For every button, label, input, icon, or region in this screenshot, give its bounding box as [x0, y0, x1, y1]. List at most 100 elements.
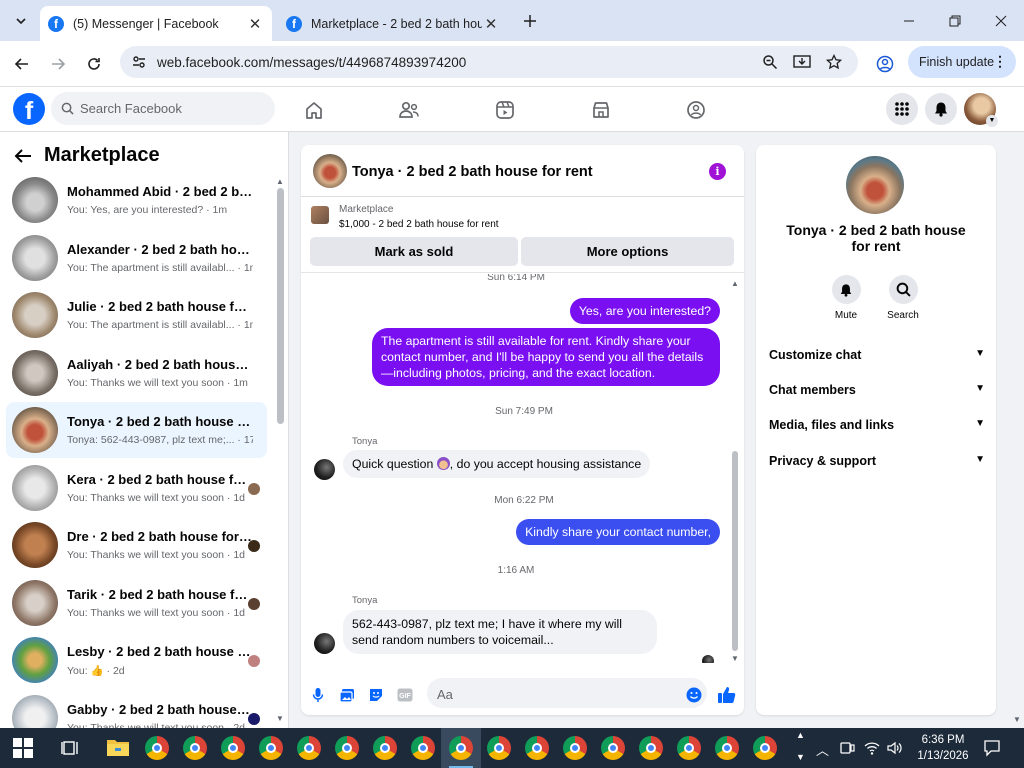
conversation-item[interactable]: Kera · 2 bed 2 bath house for ... You: Th…: [6, 460, 267, 516]
chrome-icon[interactable]: [411, 736, 435, 760]
microphone-icon[interactable]: [309, 686, 327, 704]
thumbs-up-icon[interactable]: [716, 685, 736, 705]
scroll-up-icon[interactable]: ▲: [731, 279, 739, 288]
outgoing-message[interactable]: Kindly share your contact number,: [516, 519, 720, 545]
chrome-icon[interactable]: [183, 736, 207, 760]
chrome-icon[interactable]: [145, 736, 169, 760]
close-tab-icon[interactable]: ✕: [482, 15, 500, 33]
tab-search-button[interactable]: [8, 8, 34, 34]
chrome-icon[interactable]: [221, 736, 245, 760]
back-button[interactable]: [8, 50, 36, 78]
notification-center-icon[interactable]: [983, 739, 1001, 757]
chat-avatar[interactable]: [313, 154, 347, 188]
chrome-icon[interactable]: [297, 736, 321, 760]
conversation-item[interactable]: Tarik · 2 bed 2 bath house for... You: Th…: [6, 575, 267, 631]
menu-button[interactable]: [886, 93, 918, 125]
facebook-logo[interactable]: f: [13, 93, 45, 125]
privacy-support-section[interactable]: Privacy & support ▼: [769, 454, 985, 468]
listing-thumbnail[interactable]: [311, 206, 329, 224]
mark-as-sold-button[interactable]: Mark as sold: [310, 237, 518, 266]
outgoing-message[interactable]: The apartment is still available for ren…: [372, 328, 720, 386]
device-icon[interactable]: [839, 740, 855, 756]
mute-button[interactable]: Mute: [821, 275, 871, 321]
bookmark-star-icon[interactable]: [824, 52, 844, 72]
tab-marketplace[interactable]: f Marketplace - 2 bed 2 bath hou ✕: [278, 6, 508, 41]
zoom-icon[interactable]: [760, 52, 780, 72]
chrome-icon[interactable]: [449, 736, 473, 760]
task-view-icon[interactable]: [61, 738, 81, 758]
windows-start-icon[interactable]: [13, 738, 33, 758]
scroll-up-icon[interactable]: ▲: [276, 177, 284, 186]
conversation-item[interactable]: Dre · 2 bed 2 bath house for r... You: Th…: [6, 517, 267, 573]
home-icon[interactable]: [302, 98, 326, 122]
info-icon[interactable]: i: [709, 163, 726, 180]
customize-chat-section[interactable]: Customize chat ▼: [769, 348, 985, 362]
message-scrollbar[interactable]: [732, 451, 738, 651]
gif-icon[interactable]: GIF: [396, 686, 414, 704]
conversation-item[interactable]: Tonya · 2 bed 2 bath house for r... Tonya…: [6, 402, 267, 458]
listing-title[interactable]: $1,000 - 2 bed 2 bath house for rent: [339, 219, 499, 230]
chat-members-section[interactable]: Chat members ▼: [769, 383, 985, 397]
minimize-button[interactable]: [886, 8, 932, 34]
sender-avatar[interactable]: [314, 459, 335, 480]
reload-button[interactable]: [80, 50, 108, 78]
groups-icon[interactable]: [684, 98, 708, 122]
taskbar-clock[interactable]: 6:36 PM 1/13/2026: [912, 732, 974, 764]
media-files-links-section[interactable]: Media, files and links ▼: [769, 418, 985, 432]
tab-messenger[interactable]: f (5) Messenger | Facebook ✕: [40, 6, 272, 41]
conversation-item[interactable]: Mohammed Abid · 2 bed 2 bath... You: Yes,…: [6, 172, 267, 228]
forward-button[interactable]: [44, 50, 72, 78]
marketplace-icon[interactable]: [589, 98, 613, 122]
emoji-icon[interactable]: [685, 686, 703, 704]
chevron-up-icon[interactable]: ︿: [816, 740, 829, 759]
account-avatar[interactable]: ▼: [964, 93, 998, 127]
chrome-icon[interactable]: [601, 736, 625, 760]
outgoing-message[interactable]: Yes, are you interested?: [569, 298, 720, 324]
sidebar-scrollbar[interactable]: [277, 188, 284, 424]
install-app-icon[interactable]: [792, 52, 812, 72]
wifi-icon[interactable]: [864, 740, 880, 756]
profile-button[interactable]: [871, 50, 899, 78]
video-icon[interactable]: [493, 98, 517, 122]
photo-icon[interactable]: [338, 686, 356, 704]
chrome-icon[interactable]: [639, 736, 663, 760]
notifications-button[interactable]: [925, 93, 957, 125]
conversation-item[interactable]: Julie · 2 bed 2 bath house for rent You: …: [6, 287, 267, 343]
chrome-icon[interactable]: [259, 736, 283, 760]
facebook-search-input[interactable]: Search Facebook: [51, 92, 275, 125]
conversation-item[interactable]: Aaliyah · 2 bed 2 bath house for... You: …: [6, 345, 267, 401]
new-tab-button[interactable]: [517, 8, 543, 34]
chat-title[interactable]: Tonya · 2 bed 2 bath house for rent: [352, 164, 593, 180]
incoming-message[interactable]: Quick question , do you accept housing a…: [343, 450, 651, 478]
close-tab-icon[interactable]: ✕: [246, 15, 264, 33]
close-window-button[interactable]: [978, 8, 1024, 34]
sender-avatar[interactable]: [314, 633, 335, 654]
volume-icon[interactable]: [886, 740, 902, 756]
scroll-down-icon[interactable]: ▼: [276, 714, 284, 723]
tray-scroll-down-icon[interactable]: ▼: [796, 752, 805, 762]
scroll-down-icon[interactable]: ▼: [731, 654, 739, 663]
incoming-message[interactable]: 562-443-0987, plz text me; I have it whe…: [343, 610, 657, 654]
finish-update-button[interactable]: Finish update ⋮: [908, 46, 1016, 78]
chrome-icon[interactable]: [487, 736, 511, 760]
sticker-icon[interactable]: [367, 686, 385, 704]
conversation-item[interactable]: Lesby · 2 bed 2 bath house fo... You: 👍 ·…: [6, 632, 267, 688]
restore-button[interactable]: [932, 8, 978, 34]
more-options-button[interactable]: More options: [521, 237, 734, 266]
tray-scroll-up-icon[interactable]: ▲: [796, 730, 805, 740]
conversation-item[interactable]: Gabby · 2 bed 2 bath house f... You: Than…: [6, 690, 267, 728]
chrome-icon[interactable]: [373, 736, 397, 760]
chrome-icon[interactable]: [335, 736, 359, 760]
friends-icon[interactable]: [397, 98, 421, 122]
back-arrow-icon[interactable]: [14, 148, 32, 164]
conversation-item[interactable]: Alexander · 2 bed 2 bath house ... You: T…: [6, 230, 267, 286]
chrome-icon[interactable]: [525, 736, 549, 760]
site-info-icon[interactable]: [129, 52, 149, 72]
file-explorer-icon[interactable]: [106, 737, 130, 759]
conversation-avatar[interactable]: [846, 156, 904, 214]
page-scroll-down-icon[interactable]: ▼: [1013, 715, 1021, 724]
chrome-icon[interactable]: [563, 736, 587, 760]
address-bar[interactable]: web.facebook.com/messages/t/449687489397…: [120, 46, 858, 78]
search-in-conversation-button[interactable]: Search: [878, 275, 928, 321]
menu-dots-icon[interactable]: ⋮: [993, 53, 1007, 70]
